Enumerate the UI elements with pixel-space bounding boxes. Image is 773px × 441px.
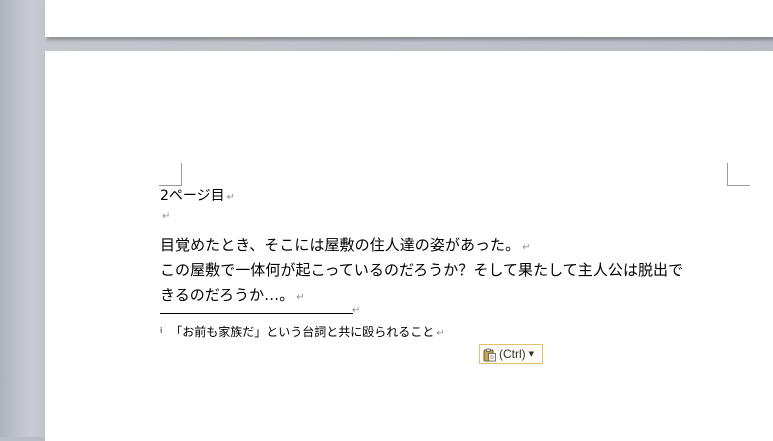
footnote-text: 「お前も家族だ」という台詞と共に殴られること <box>170 325 435 339</box>
paste-options-label: (Ctrl) <box>499 347 526 361</box>
margin-corner-top-left <box>159 163 182 186</box>
body-text: 目覚めたとき、そこには屋敷の住人達の姿があった。 <box>160 236 521 254</box>
body-line-3[interactable]: きるのだろうか…。 ↵ <box>160 284 305 305</box>
document-canvas: 2ページ目 ↵ ↵ 目覚めたとき、そこには屋敷の住人達の姿があった。 ↵ この屋敷で… <box>0 0 773 441</box>
previous-page <box>45 0 773 37</box>
paragraph-mark: ↵ <box>296 292 305 303</box>
chevron-down-icon: ▼ <box>528 350 535 358</box>
footnote-line[interactable]: i 「お前も家族だ」という台詞と共に殴られること ↵ <box>160 323 445 340</box>
clipboard-paste-icon <box>483 347 497 362</box>
body-line-1[interactable]: 目覚めたとき、そこには屋敷の住人達の姿があった。 ↵ <box>160 234 531 255</box>
margin-corner-top-right <box>727 163 750 186</box>
paragraph-mark: ↵ <box>436 328 445 339</box>
paragraph-mark: ↵ <box>522 242 531 253</box>
heading-text: 2ページ目 <box>160 188 225 204</box>
paste-options-button[interactable]: (Ctrl) ▼ <box>479 344 543 364</box>
footnote-separator <box>160 313 353 314</box>
footnote-number: i <box>160 326 163 335</box>
empty-paragraph[interactable]: ↵ <box>160 211 170 222</box>
heading-line[interactable]: 2ページ目 ↵ <box>160 185 235 205</box>
current-page[interactable]: 2ページ目 ↵ ↵ 目覚めたとき、そこには屋敷の住人達の姿があった。 ↵ この屋敷で… <box>45 51 773 441</box>
paragraph-mark: ↵ <box>162 211 171 222</box>
body-text: この屋敷で一体何が起こっているのだろうか？そして果たして主人公は脱出で <box>160 261 684 279</box>
paragraph-mark: ↵ <box>352 305 361 316</box>
body-line-2[interactable]: この屋敷で一体何が起こっているのだろうか？そして果たして主人公は脱出で <box>160 259 683 280</box>
paragraph-mark: ↵ <box>226 192 236 203</box>
body-text: きるのだろうか…。 <box>160 286 295 304</box>
